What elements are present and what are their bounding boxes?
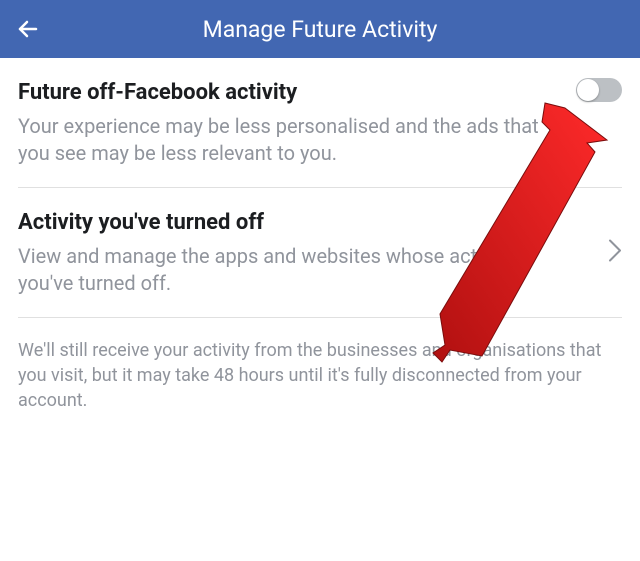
future-activity-title: Future off-Facebook activity xyxy=(18,80,622,105)
future-activity-description: Your experience may be less personalised… xyxy=(18,113,622,167)
back-button[interactable] xyxy=(16,17,56,41)
future-activity-section: Future off-Facebook activity Your experi… xyxy=(18,58,622,188)
turned-off-title: Activity you've turned off xyxy=(18,210,622,235)
app-header: Manage Future Activity xyxy=(0,0,640,58)
toggle-knob xyxy=(577,79,599,101)
page-title: Manage Future Activity xyxy=(56,16,584,43)
chevron-right-icon xyxy=(608,236,622,269)
arrow-left-icon xyxy=(16,17,40,41)
turned-off-description: View and manage the apps and websites wh… xyxy=(18,243,622,297)
content-area: Future off-Facebook activity Your experi… xyxy=(0,58,640,318)
future-activity-toggle[interactable] xyxy=(576,78,622,102)
turned-off-section[interactable]: Activity you've turned off View and mana… xyxy=(18,188,622,318)
footer-note: We'll still receive your activity from t… xyxy=(0,318,640,434)
